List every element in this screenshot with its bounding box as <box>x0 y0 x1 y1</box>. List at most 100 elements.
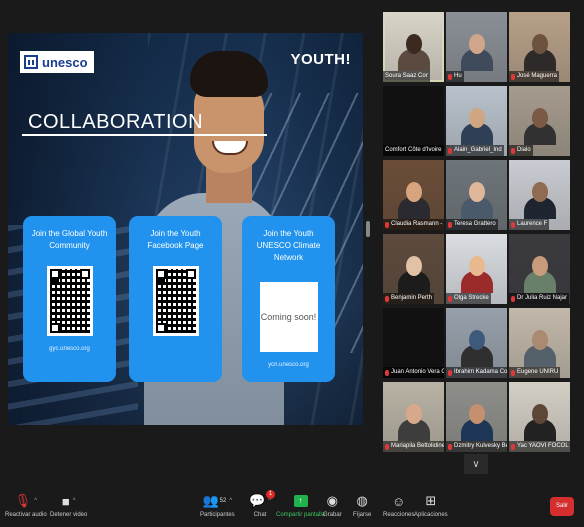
captions-icon: ◍ <box>356 493 368 508</box>
participant-tile[interactable]: Laurence F <box>509 160 570 230</box>
record-button[interactable]: ◉ Grabar <box>323 490 342 518</box>
mic-muted-icon <box>448 73 452 80</box>
participant-tile[interactable]: Mariapila Bettolidine <box>383 382 444 452</box>
chat-bubble-icon: 💬 <box>249 493 266 508</box>
participant-tile[interactable]: Comfort Côte d'Ivoire <box>383 86 444 156</box>
participant-tile[interactable]: Dialo <box>509 86 570 156</box>
participant-tile[interactable]: Teresa Grattero <box>446 160 507 230</box>
video-label: Detener video <box>50 512 88 518</box>
qr-code <box>152 266 199 336</box>
participant-name-text: Juan Antonio Vera Cas <box>391 369 444 375</box>
share-screen-button[interactable]: ↑ Compartir pantalla <box>276 490 325 518</box>
participant-face <box>406 404 422 424</box>
card-climate-network: Join the Youth UNESCO Climate Network Co… <box>242 216 335 382</box>
logo-text: unesco <box>42 54 88 70</box>
mic-muted-icon <box>385 295 389 302</box>
mic-muted-icon <box>511 221 515 228</box>
video-button[interactable]: ■ ^ Detener video <box>50 490 88 519</box>
mic-muted-icon: 🎙 <box>14 493 32 508</box>
caret-up-icon[interactable]: ^ <box>73 498 76 504</box>
participant-face <box>469 34 485 54</box>
participant-name-text: Eugene UNIRU <box>517 369 559 375</box>
participant-face <box>532 330 548 350</box>
card-facebook: Join the Youth Facebook Page <box>129 216 222 382</box>
caret-up-icon[interactable]: ^ <box>229 498 232 504</box>
participant-name: Mariapila Bettolidine <box>383 441 444 452</box>
chat-button[interactable]: 💬 1 ^ Chat <box>249 490 276 518</box>
mic-muted-icon <box>385 221 389 228</box>
card-url: gyc.unesco.org <box>49 346 90 352</box>
participant-name: Dr Julia Ruiz Najar <box>509 293 570 304</box>
gallery-more-button[interactable]: ∨ <box>464 454 488 474</box>
card-url: ycn.unesco.org <box>268 362 309 368</box>
reactions-button[interactable]: ☺ Reacciones <box>383 490 415 519</box>
participant-name: Teresa Grattero <box>446 219 498 230</box>
participant-face <box>406 34 422 54</box>
mic-muted-icon <box>511 295 515 302</box>
mute-label: Reactivar audio <box>5 512 47 518</box>
participant-name-text: Dr Julia Ruiz Najar <box>517 295 568 301</box>
participant-name: Dzmitry Kulvesky Bel <box>446 441 507 452</box>
participant-tile[interactable]: Benjamin Perth <box>383 234 444 304</box>
participant-tile[interactable]: Juan Antonio Vera Cas <box>383 308 444 378</box>
reactions-label: Reacciones <box>383 512 415 518</box>
participant-name-text: Mariapila Bettolidine <box>391 443 444 449</box>
card-title: Join the Youth Facebook Page <box>147 229 204 250</box>
participant-tile[interactable]: Eugene UNIRU <box>509 308 570 378</box>
participant-tile[interactable]: Alain_Gabriel_Ind <box>446 86 507 156</box>
participant-name-text: Claudia Rasmann - A <box>391 221 444 227</box>
participant-name: Comfort Côte d'Ivoire <box>383 145 444 156</box>
participants-button[interactable]: 👥 52 ^ Participantes <box>200 490 235 518</box>
mic-muted-icon <box>385 443 389 450</box>
participant-tile[interactable]: Ibrahim Kadama Comb <box>446 308 507 378</box>
leave-button[interactable]: Salir <box>550 497 574 516</box>
participant-face <box>469 330 485 350</box>
chevron-down-icon: ∨ <box>472 458 480 470</box>
apps-grid-icon: ⊞ <box>425 493 437 508</box>
participant-tile[interactable]: Dzmitry Kulvesky Bel <box>446 382 507 452</box>
caret-up-icon[interactable]: ^ <box>34 498 37 504</box>
slide-heading: COLLABORATION <box>28 111 204 133</box>
mic-muted-icon <box>448 443 452 450</box>
split-handle[interactable] <box>366 221 370 237</box>
participant-face <box>532 256 548 276</box>
participant-name-text: José Maguerra <box>517 73 558 79</box>
mic-muted-icon <box>511 443 515 450</box>
participant-name-text: Ibrahim Kadama Comb <box>454 369 507 375</box>
participant-name: Yac YAOVI FOCOL <box>509 441 570 452</box>
participant-name-text: Laurence F <box>517 221 548 227</box>
coming-soon-box: Coming soon! <box>259 282 318 352</box>
participant-name: Alain_Gabriel_Ind <box>446 145 504 156</box>
participant-face <box>469 256 485 276</box>
card-title: Join the Global Youth Community <box>31 229 108 250</box>
captions-button[interactable]: ◍ Fíjarse <box>353 490 371 518</box>
participant-name: Soura Saaz Cor <box>383 71 430 82</box>
participant-face <box>469 404 485 424</box>
participant-tile[interactable]: Olga Strecke <box>446 234 507 304</box>
participant-tile[interactable]: Yac YAOVI FOCOL <box>509 382 570 452</box>
participant-name-text: Dzmitry Kulvesky Bel <box>454 443 507 449</box>
participant-tile[interactable]: Dr Julia Ruiz Najar <box>509 234 570 304</box>
apps-button[interactable]: ⊞ Aplicaciones <box>414 490 448 518</box>
mute-button[interactable]: 🎙 ^ Reactivar audio <box>5 490 47 518</box>
participant-name: Juan Antonio Vera Cas <box>383 367 444 378</box>
share-label: Compartir pantalla <box>276 512 326 518</box>
participant-tile[interactable]: José Maguerra <box>509 12 570 82</box>
share-arrow-icon: ↑ <box>293 495 308 507</box>
record-icon: ◉ <box>326 493 339 508</box>
participant-tile[interactable]: Hu <box>446 12 507 82</box>
participant-tile[interactable]: Soura Saaz Cor <box>383 12 444 82</box>
unesco-logo: unesco <box>20 51 94 73</box>
participant-name-text: Yac YAOVI FOCOL <box>517 443 569 449</box>
participant-name-text: Dialo <box>517 147 531 153</box>
meeting-toolbar: 🎙 ^ Reactivar audio ■ ^ Detener video 👥 52 ^… <box>0 486 584 527</box>
mic-muted-icon <box>511 147 515 154</box>
participant-name: Laurence F <box>509 219 550 230</box>
participant-face <box>532 404 548 424</box>
participant-face <box>406 256 422 276</box>
participant-face <box>532 34 548 54</box>
mic-muted-icon <box>385 369 389 376</box>
participant-name-text: Benjamin Perth <box>391 295 433 301</box>
participant-tile[interactable]: Claudia Rasmann - A <box>383 160 444 230</box>
participants-count: 52 <box>219 498 227 504</box>
